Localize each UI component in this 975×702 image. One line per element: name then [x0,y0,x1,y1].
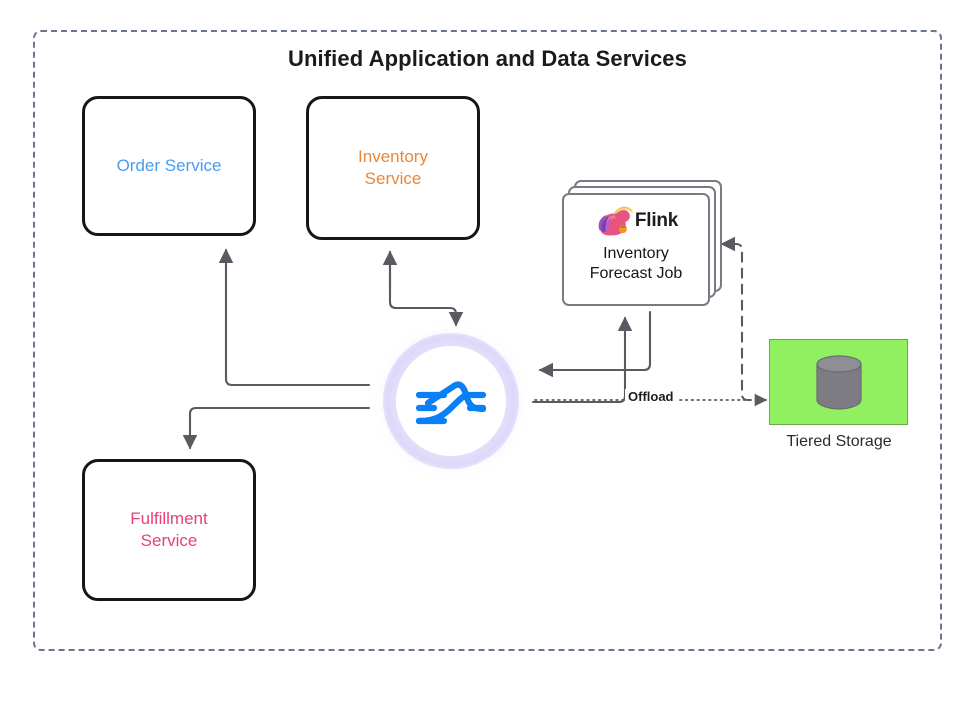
stream-job-node[interactable]: Flink Inventory Forecast Job [562,180,724,310]
flink-brand: Flink [594,200,678,242]
fulfillment-service-node[interactable]: Fulfillment Service [82,459,256,601]
page-title: Unified Application and Data Services [288,46,687,71]
tiered-storage-label: Tiered Storage [786,433,892,450]
offload-edge-label: Offload [625,389,677,404]
diagram-canvas: Unified Application and Data Services Of… [0,0,975,702]
stack-layer-front[interactable]: Flink Inventory Forecast Job [562,193,710,306]
order-service-label: Order Service [116,156,222,176]
apache-pulsar-icon [415,381,487,425]
inventory-service-label: Inventory Service [358,147,428,188]
fulfillment-service-label: Fulfillment Service [130,509,208,550]
stream-job-name: Inventory Forecast Job [589,245,683,282]
pulsar-node[interactable] [383,333,519,469]
tiered-storage-node[interactable] [769,339,908,425]
inventory-service-node[interactable]: Inventory Service [306,96,480,240]
flink-squirrel-icon [598,206,633,236]
flink-brand-label: Flink [634,210,679,231]
database-cylinder-icon [815,355,862,410]
order-service-node[interactable]: Order Service [82,96,256,236]
pulsar-disc[interactable] [396,346,506,456]
